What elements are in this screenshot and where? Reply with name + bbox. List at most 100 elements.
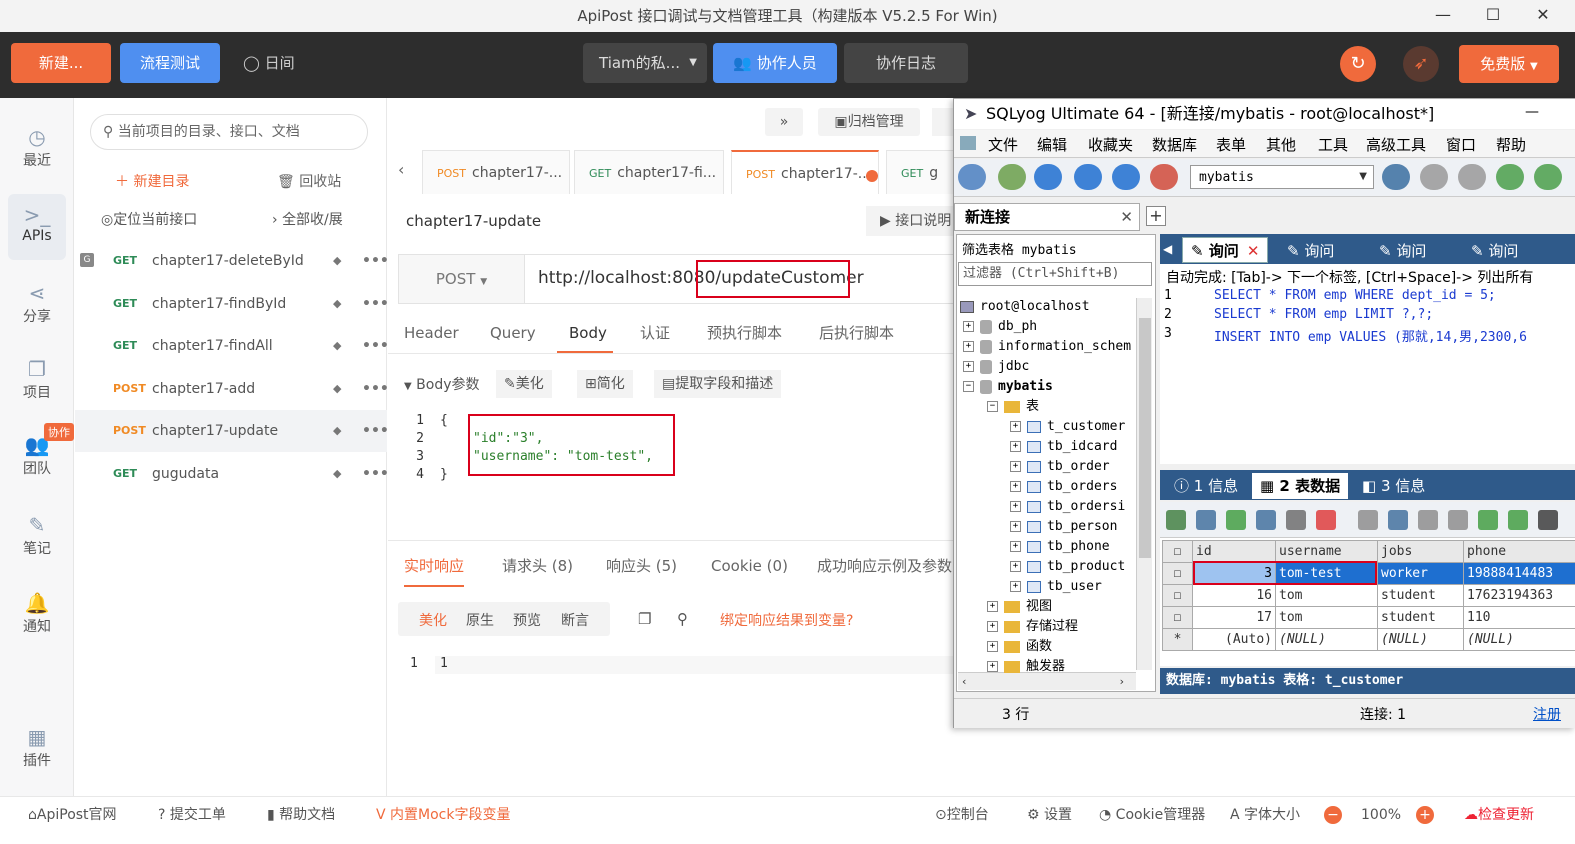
cookie-link[interactable]: ◔ Cookie管理器 [1099, 806, 1205, 824]
more-icon[interactable]: ••• [362, 368, 389, 410]
search-icon[interactable]: ⚲ [677, 610, 688, 628]
expand-icon[interactable]: + [987, 641, 998, 652]
close-icon[interactable]: ✕ [1120, 204, 1133, 230]
settings-link[interactable]: ⚙ 设置 [1027, 806, 1072, 824]
grid-cell[interactable]: 16 [1192, 584, 1276, 607]
result-tool-icon[interactable] [1316, 510, 1336, 530]
subtab-0[interactable]: Header [404, 322, 459, 344]
result-tool-icon[interactable] [1478, 510, 1498, 530]
expand-icon[interactable]: + [963, 321, 974, 332]
beautify-button[interactable]: ✎美化 [496, 370, 552, 398]
help-link[interactable]: ▮ 帮助文档 [267, 806, 335, 824]
subtab-4[interactable]: 预执行脚本 [707, 322, 782, 344]
menu-4[interactable]: 表单 [1216, 134, 1246, 155]
expand-icon[interactable]: + [987, 661, 998, 672]
menu-1[interactable]: 编辑 [1037, 134, 1067, 155]
result-tab-1[interactable]: ▦ 2 表数据 [1252, 473, 1349, 499]
result-tool-icon[interactable] [1418, 510, 1438, 530]
subtab-5[interactable]: 后执行脚本 [819, 322, 894, 344]
toolbar-icon[interactable] [1420, 164, 1448, 190]
sort-icon[interactable]: ◆ [333, 453, 341, 495]
result-tool-icon[interactable] [1358, 510, 1378, 530]
expand-icon[interactable]: + [1010, 501, 1021, 512]
column-header[interactable]: id [1192, 540, 1276, 563]
result-tool-icon[interactable] [1256, 510, 1276, 530]
column-header[interactable]: username [1275, 540, 1378, 563]
result-tool-icon[interactable] [1388, 510, 1408, 530]
sidebar-item[interactable]: GET gugudata ◆ ••• [75, 453, 389, 495]
tree-table[interactable]: + tb_product [1010, 557, 1125, 577]
query-tab[interactable]: ✎ 询问 ✕ [1182, 237, 1269, 263]
tree-tables-folder[interactable]: − 表 [987, 397, 1039, 417]
expand-icon[interactable]: + [987, 601, 998, 612]
tree-table[interactable]: + tb_user [1010, 577, 1102, 597]
menu-5[interactable]: 其他 [1266, 134, 1296, 155]
result-grid[interactable]: ☐ id username jobs phone ☐ 3 tom-test worker 1988… [1162, 540, 1575, 651]
result-tool-icon[interactable] [1226, 510, 1246, 530]
rocket-icon[interactable]: ➶ [1403, 46, 1439, 82]
toolbar-icon[interactable] [1074, 164, 1102, 190]
sort-icon[interactable]: ◆ [333, 368, 341, 410]
expand-icon[interactable]: + [1010, 561, 1021, 572]
expand-icon[interactable]: + [1010, 541, 1021, 552]
sidebar-item[interactable]: GET chapter17-deleteById ◆ ••• [75, 240, 389, 282]
nav-notify[interactable]: 🔔 通知 [0, 590, 74, 636]
expand-icon[interactable]: + [963, 341, 974, 352]
resp-option-1[interactable]: 原生 [466, 610, 494, 630]
row-checkbox[interactable]: * [1162, 628, 1193, 651]
resp-option-3[interactable]: 断言 [561, 610, 589, 630]
request-tab[interactable]: POST chapter17-... [422, 150, 570, 194]
subtab-1[interactable]: Query [490, 322, 536, 344]
trash-button[interactable]: 🗑 回收站 [277, 171, 341, 191]
minimize-icon[interactable]: — [1525, 104, 1539, 120]
grid-row[interactable]: ☐ 16 tom student 17623194363 [1162, 584, 1575, 607]
locate-button[interactable]: ◎定位当前接口 [101, 209, 197, 229]
toolbar-icon[interactable] [1382, 164, 1410, 190]
result-tool-icon[interactable] [1508, 510, 1528, 530]
column-header[interactable]: phone [1463, 540, 1575, 563]
sort-icon[interactable]: ◆ [333, 325, 341, 367]
menu-3[interactable]: 数据库 [1152, 134, 1197, 155]
mock-link[interactable]: V 内置Mock字段变量 [376, 806, 510, 824]
result-tool-icon[interactable] [1196, 510, 1216, 530]
filter-input[interactable]: 过滤器 (Ctrl+Shift+B) [958, 262, 1152, 286]
toolbar-icon[interactable] [1496, 164, 1524, 190]
nav-apis[interactable]: >_ APIs [0, 202, 74, 244]
expand-all-button[interactable]: › 全部收/展 [272, 209, 343, 229]
minimize-icon[interactable]: — [1420, 0, 1466, 32]
tree-folder[interactable]: + 触发器 [987, 657, 1065, 677]
toolbar-icon[interactable] [1112, 164, 1140, 190]
more-icon[interactable]: ••• [362, 410, 389, 452]
tree-db[interactable]: + jdbc [963, 357, 1029, 377]
bind-var-link[interactable]: 绑定响应结果到变量? [720, 610, 853, 630]
chevron-left-icon[interactable]: ‹ [398, 160, 404, 179]
doc-button[interactable]: ▶ 接口说明 [866, 206, 956, 236]
expand-icon[interactable]: + [1010, 461, 1021, 472]
grid-cell[interactable]: tom [1275, 584, 1378, 607]
tree-folder[interactable]: + 视图 [987, 597, 1052, 617]
maximize-icon[interactable]: ☐ [1470, 0, 1516, 32]
method-select[interactable]: POST ▼ [399, 255, 525, 303]
grid-cell[interactable]: 17 [1192, 606, 1276, 629]
sort-icon[interactable]: ◆ [333, 240, 341, 282]
menu-9[interactable]: 帮助 [1496, 134, 1526, 155]
members-button[interactable]: 👥 协作人员 [713, 43, 837, 83]
more-icon[interactable]: ••• [362, 325, 389, 367]
scrollbar-thumb[interactable] [1139, 318, 1151, 558]
grid-cell[interactable]: (NULL) [1275, 628, 1378, 651]
query-tab[interactable]: ✎ 询问 [1278, 237, 1344, 263]
resp-tab-3[interactable]: Cookie (0) [711, 555, 788, 577]
chevron-right-icon[interactable]: › [1120, 673, 1124, 691]
site-link[interactable]: ⌂ApiPost官网 [28, 806, 117, 824]
update-link[interactable]: ☁检查更新 [1464, 806, 1534, 824]
tree-db[interactable]: + information_schem [963, 337, 1131, 357]
more-icon[interactable]: ••• [362, 453, 389, 495]
app-menu-icon[interactable] [960, 136, 976, 150]
chevron-left-icon[interactable]: ‹ [962, 673, 966, 691]
tree-table[interactable]: + tb_phone [1010, 537, 1110, 557]
resp-option-2[interactable]: 预览 [513, 610, 541, 630]
day-mode-toggle[interactable]: ◯ 日间 [243, 52, 295, 73]
result-tool-icon[interactable] [1286, 510, 1306, 530]
tree-db[interactable]: − mybatis [963, 377, 1053, 397]
grid-cell[interactable]: student [1377, 584, 1464, 607]
